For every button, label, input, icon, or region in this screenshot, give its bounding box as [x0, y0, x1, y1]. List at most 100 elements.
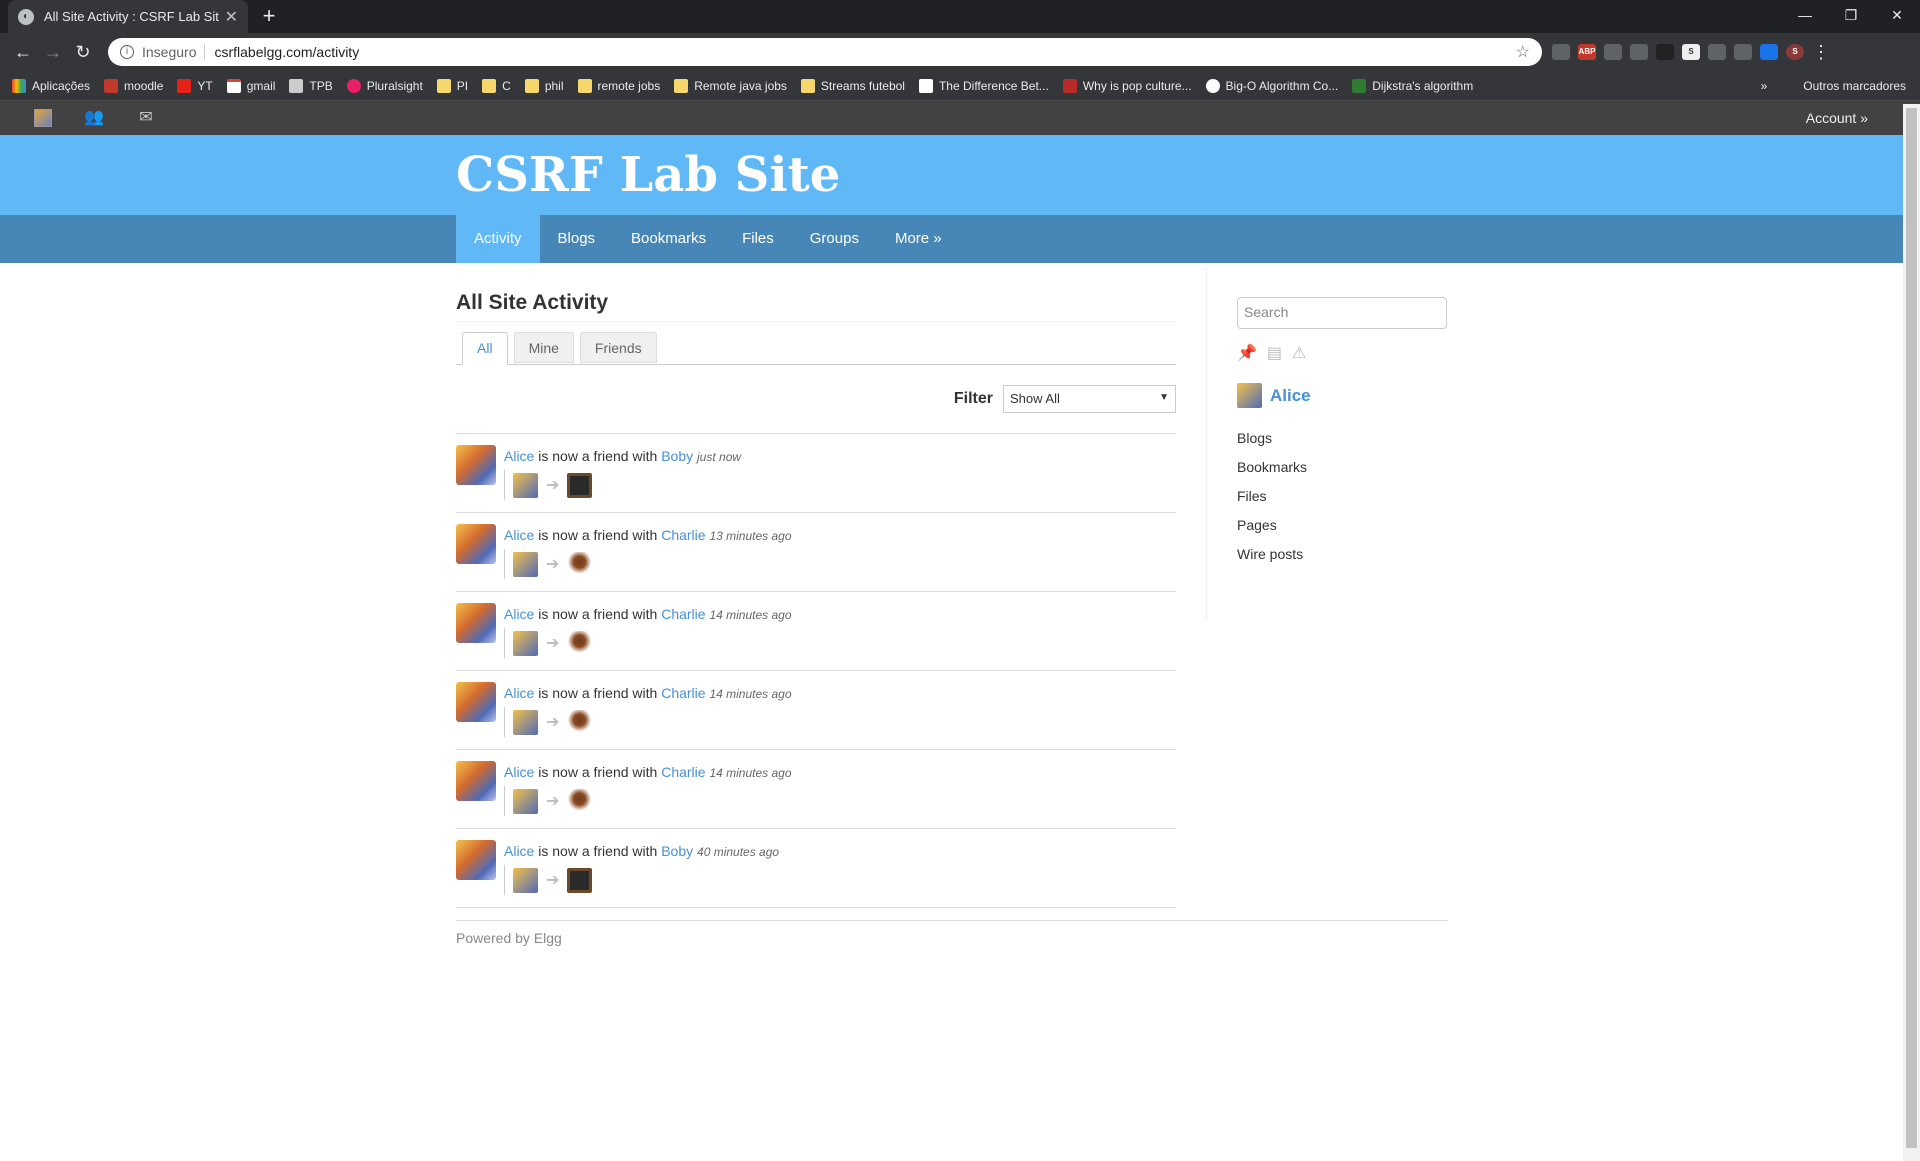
- subject-small-avatar[interactable]: [513, 630, 538, 656]
- sidebar-link-wire-posts[interactable]: Wire posts: [1237, 540, 1448, 569]
- subject-avatar[interactable]: [456, 840, 496, 880]
- subject-link[interactable]: Alice: [504, 448, 534, 464]
- menu-item-bookmarks[interactable]: Bookmarks: [613, 215, 724, 263]
- subject-avatar[interactable]: [456, 682, 496, 722]
- menu-item-files[interactable]: Files: [724, 215, 792, 263]
- scrollbar-thumb[interactable]: [1906, 108, 1917, 1148]
- menu-item-blogs[interactable]: Blogs: [540, 215, 614, 263]
- close-window-icon[interactable]: ✕: [1874, 0, 1920, 33]
- star-icon[interactable]: ☆: [1516, 42, 1530, 62]
- subject-small-avatar[interactable]: [513, 472, 538, 498]
- bookmark-item[interactable]: gmail: [226, 78, 275, 93]
- bookmark-item[interactable]: Why is pop culture...: [1062, 78, 1192, 93]
- url-text[interactable]: csrflabelgg.com/activity: [214, 44, 1515, 60]
- bookmark-folder[interactable]: phil: [524, 78, 564, 93]
- info-icon[interactable]: i: [120, 45, 134, 59]
- reload-icon[interactable]: ↻: [68, 42, 98, 63]
- object-link[interactable]: Charlie: [661, 527, 705, 543]
- sidebar-link-bookmarks[interactable]: Bookmarks: [1237, 453, 1448, 482]
- menu-item-groups[interactable]: Groups: [792, 215, 877, 263]
- other-bookmarks-label[interactable]: Outros marcadores: [1803, 79, 1906, 93]
- bookmark-item[interactable]: moodle: [104, 78, 163, 93]
- subject-link[interactable]: Alice: [504, 606, 534, 622]
- object-small-avatar[interactable]: [567, 472, 593, 498]
- object-small-avatar[interactable]: [567, 788, 593, 814]
- account-menu[interactable]: Account »: [1806, 110, 1868, 126]
- close-tab-icon[interactable]: ✕: [225, 7, 238, 27]
- warning-icon[interactable]: ⚠: [1292, 343, 1306, 363]
- pin-icon[interactable]: 📌: [1237, 343, 1257, 363]
- bookmark-item[interactable]: TPB: [289, 78, 333, 93]
- chevron-right-icon[interactable]: »: [1761, 79, 1768, 93]
- subject-link[interactable]: Alice: [504, 685, 534, 701]
- object-link[interactable]: Boby: [661, 843, 693, 859]
- subject-avatar[interactable]: [456, 445, 496, 485]
- site-title[interactable]: CSRF Lab Site: [0, 135, 1920, 203]
- extension-icon[interactable]: [1708, 44, 1726, 60]
- menu-item-activity[interactable]: Activity: [456, 215, 540, 263]
- adblock-icon[interactable]: ABP: [1578, 44, 1596, 60]
- bookmark-folder[interactable]: C: [482, 78, 511, 93]
- tab-friends[interactable]: Friends: [579, 332, 657, 363]
- object-link[interactable]: Charlie: [661, 685, 705, 701]
- forward-icon[interactable]: →: [38, 42, 68, 63]
- profile-avatar[interactable]: S: [1786, 44, 1804, 60]
- extension-icon[interactable]: [1604, 44, 1622, 60]
- object-link[interactable]: Charlie: [661, 606, 705, 622]
- menu-icon[interactable]: ⋮: [1812, 42, 1830, 63]
- messages-icon[interactable]: ✉: [136, 109, 156, 127]
- browser-tab[interactable]: ◐ All Site Activity : CSRF Lab Site ✕: [8, 0, 248, 33]
- filter-select[interactable]: Show All ▼: [1003, 385, 1176, 413]
- object-link[interactable]: Charlie: [661, 764, 705, 780]
- address-bar[interactable]: i Inseguro csrflabelgg.com/activity ☆: [108, 38, 1542, 66]
- minimize-icon[interactable]: —: [1782, 0, 1828, 33]
- extension-icon[interactable]: S: [1682, 44, 1700, 60]
- subject-small-avatar[interactable]: [513, 709, 538, 735]
- bookmark-item[interactable]: The Difference Bet...: [918, 78, 1049, 93]
- owner-name[interactable]: Alice: [1270, 386, 1311, 406]
- subject-small-avatar[interactable]: [513, 788, 538, 814]
- search-input[interactable]: Search: [1237, 297, 1447, 329]
- sidebar-link-blogs[interactable]: Blogs: [1237, 424, 1448, 453]
- zoom-extension-icon[interactable]: [1760, 44, 1778, 60]
- subject-small-avatar[interactable]: [513, 551, 538, 577]
- extension-icon[interactable]: [1734, 44, 1752, 60]
- subject-avatar[interactable]: [456, 603, 496, 643]
- object-small-avatar[interactable]: [567, 551, 593, 577]
- object-link[interactable]: Boby: [661, 448, 693, 464]
- object-small-avatar[interactable]: [567, 709, 593, 735]
- bookmark-folder[interactable]: PI: [436, 78, 468, 93]
- object-small-avatar[interactable]: [567, 630, 593, 656]
- tab-mine[interactable]: Mine: [513, 332, 574, 363]
- menu-item-more[interactable]: More »: [877, 215, 960, 263]
- rss-icon[interactable]: ▤: [1267, 343, 1282, 363]
- subject-small-avatar[interactable]: [513, 867, 538, 893]
- bookmark-item[interactable]: Aplicações: [12, 78, 90, 93]
- subject-avatar[interactable]: [456, 761, 496, 801]
- friends-icon[interactable]: 👥: [84, 109, 104, 127]
- owner-avatar[interactable]: [1237, 383, 1262, 408]
- bookmark-item[interactable]: Dijkstra's algorithm: [1352, 78, 1473, 93]
- bookmark-item[interactable]: Big-O Algorithm Co...: [1205, 78, 1338, 93]
- tab-all[interactable]: All: [462, 332, 508, 365]
- sidebar-link-pages[interactable]: Pages: [1237, 511, 1448, 540]
- bookmark-item[interactable]: Pluralsight: [346, 78, 423, 93]
- sidebar-link-files[interactable]: Files: [1237, 482, 1448, 511]
- scrollbar[interactable]: [1903, 104, 1920, 1161]
- extension-icon[interactable]: [1552, 44, 1570, 60]
- new-tab-button[interactable]: +: [256, 4, 282, 30]
- subject-link[interactable]: Alice: [504, 764, 534, 780]
- bookmark-folder[interactable]: Streams futebol: [800, 78, 905, 93]
- bookmark-item[interactable]: YT: [177, 78, 213, 93]
- powered-by-link[interactable]: Powered by Elgg: [456, 930, 562, 946]
- restore-icon[interactable]: ❐: [1828, 0, 1874, 33]
- user-avatar[interactable]: [34, 109, 52, 127]
- subject-link[interactable]: Alice: [504, 527, 534, 543]
- extension-icon[interactable]: [1630, 44, 1648, 60]
- back-icon[interactable]: ←: [8, 42, 38, 63]
- bookmark-folder[interactable]: Remote java jobs: [674, 78, 787, 93]
- subject-link[interactable]: Alice: [504, 843, 534, 859]
- object-small-avatar[interactable]: [567, 867, 593, 893]
- extension-icon[interactable]: [1656, 44, 1674, 60]
- subject-avatar[interactable]: [456, 524, 496, 564]
